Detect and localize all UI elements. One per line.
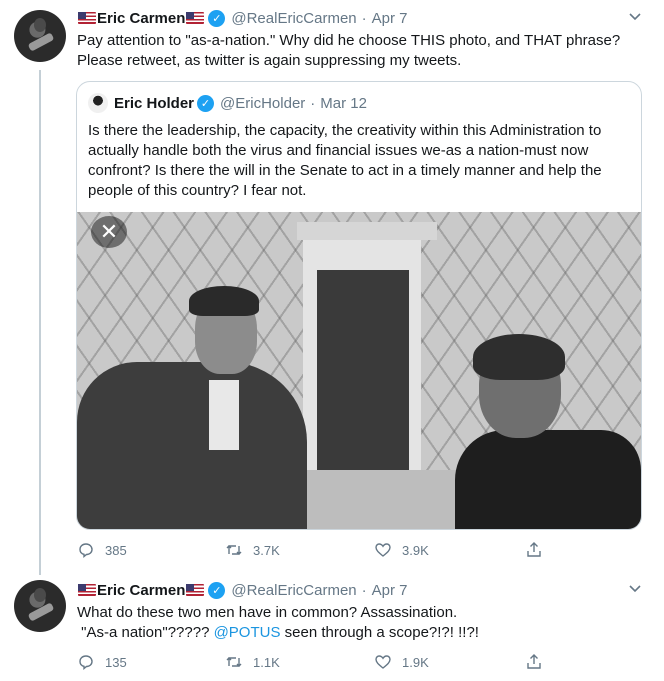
chevron-down-icon[interactable] — [626, 9, 644, 27]
photo-man-left-body — [77, 362, 307, 529]
tweet-text-line-2-end: seen through a scope?!?! !!?! — [280, 624, 479, 641]
mention-link[interactable]: @POTUS — [214, 624, 281, 641]
tweet-text-line-2-start: "As-a nation"????? — [77, 624, 214, 641]
avatar-guitar — [27, 602, 55, 622]
reply-icon — [79, 543, 93, 558]
share-button[interactable] — [525, 652, 553, 672]
photo-man-right-hair — [473, 334, 565, 380]
separator: · — [310, 94, 316, 112]
user-handle[interactable]: @RealEricCarmen — [231, 582, 356, 599]
tweet-actions: 135 1.1K 1.9K — [77, 652, 577, 672]
retweet-count: 3.7K — [253, 542, 280, 558]
heart-icon — [375, 655, 391, 669]
photo-cornice — [297, 222, 437, 240]
photo-door — [317, 270, 409, 490]
tweet-date[interactable]: Apr 7 — [372, 10, 408, 27]
verified-badge-icon: ✓ — [208, 9, 226, 27]
reply-count: 135 — [105, 654, 127, 670]
retweet-icon — [226, 657, 242, 667]
like-button[interactable]: 1.9K — [374, 652, 429, 672]
user-handle[interactable]: @RealEricCarmen — [231, 10, 356, 27]
display-name[interactable]: Eric Carmen — [97, 582, 185, 599]
quoted-tweet-date[interactable]: Mar 12 — [320, 95, 367, 112]
quoted-tweet[interactable]: Eric Holder ✓ @EricHolder · Mar 12 Is th… — [76, 81, 642, 530]
tweet-header: Eric Carmen ✓ @RealEricCarmen · Apr 7 — [77, 8, 408, 28]
us-flag-icon — [78, 584, 96, 596]
avatar[interactable] — [14, 580, 66, 632]
retweet-icon — [226, 545, 242, 555]
retweet-count: 1.1K — [253, 654, 280, 670]
share-button[interactable] — [525, 540, 553, 560]
tweet-2[interactable]: Eric Carmen ✓ @RealEricCarmen · Apr 7 Wh… — [0, 570, 664, 681]
tweet-text: Pay attention to "as-a-nation." Why did … — [77, 32, 621, 69]
quoted-user-handle[interactable]: @EricHolder — [220, 95, 305, 112]
chevron-down-icon[interactable] — [626, 581, 644, 599]
tweet-text-line-2: "As-a nation"????? @POTUS seen through a… — [77, 623, 647, 643]
like-count: 3.9K — [402, 542, 429, 558]
photo-man-left-hair — [189, 286, 259, 316]
avatar-head — [34, 588, 46, 602]
tweet-header: Eric Carmen ✓ @RealEricCarmen · Apr 7 — [77, 580, 408, 600]
verified-badge-icon: ✓ — [197, 94, 215, 112]
share-icon — [527, 654, 541, 669]
avatar[interactable] — [14, 10, 66, 62]
tweet-1[interactable]: Eric Carmen ✓ @RealEricCarmen · Apr 7 Pa… — [0, 0, 664, 575]
heart-icon — [375, 543, 391, 557]
share-icon — [527, 542, 541, 557]
quoted-avatar[interactable] — [88, 93, 108, 113]
tweet-date[interactable]: Apr 7 — [372, 582, 408, 599]
photo-man-right-body — [455, 430, 641, 529]
avatar-guitar — [27, 32, 55, 52]
us-flag-icon — [186, 584, 205, 596]
reply-button[interactable]: 135 — [77, 652, 127, 672]
quoted-tweet-photo[interactable]: ✕ — [77, 212, 641, 529]
quoted-tweet-header: Eric Holder ✓ @EricHolder · Mar 12 — [88, 93, 367, 113]
reply-icon — [79, 655, 93, 670]
us-flag-icon — [78, 12, 96, 24]
like-count: 1.9K — [402, 654, 429, 670]
retweet-button[interactable]: 3.7K — [225, 540, 280, 560]
quoted-display-name[interactable]: Eric Holder — [114, 95, 194, 112]
avatar-head — [34, 18, 46, 32]
tweet-actions: 385 3.7K 3.9K — [77, 540, 577, 560]
separator: · — [361, 581, 367, 599]
quoted-tweet-text: Is there the leadership, the capacity, t… — [88, 122, 602, 199]
photo-shirt — [209, 380, 239, 450]
close-icon[interactable]: ✕ — [91, 216, 127, 248]
verified-badge-icon: ✓ — [208, 581, 226, 599]
us-flag-icon — [186, 12, 205, 24]
display-name[interactable]: Eric Carmen — [97, 10, 185, 27]
tweet-text-line-1: What do these two men have in common? As… — [77, 604, 458, 621]
retweet-button[interactable]: 1.1K — [225, 652, 280, 672]
separator: · — [361, 9, 367, 27]
thread-line — [39, 70, 41, 575]
tweet-text: What do these two men have in common? As… — [77, 603, 647, 643]
reply-count: 385 — [105, 542, 127, 558]
like-button[interactable]: 3.9K — [374, 540, 429, 560]
reply-button[interactable]: 385 — [77, 540, 127, 560]
